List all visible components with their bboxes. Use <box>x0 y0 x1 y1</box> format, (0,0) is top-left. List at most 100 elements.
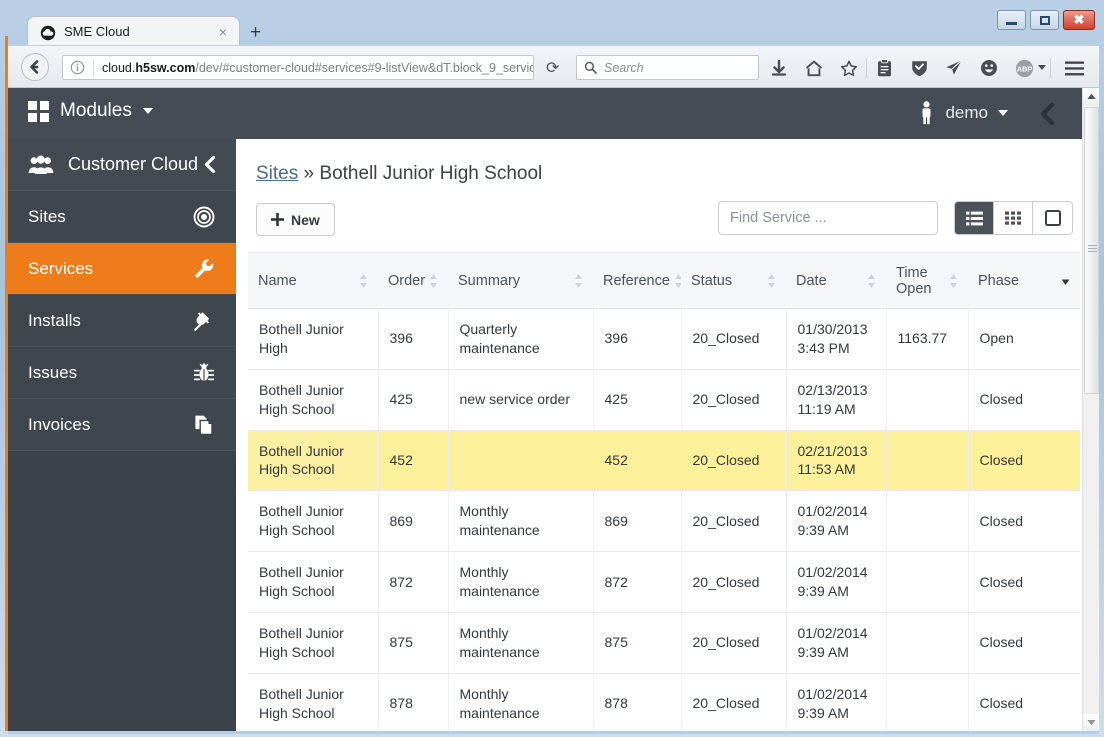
scroll-up-button[interactable] <box>1083 88 1099 105</box>
scroll-down-button[interactable] <box>1083 714 1099 731</box>
cell-time-open <box>886 612 969 674</box>
cell-date: 01/02/2014 9:39 AM <box>786 490 887 553</box>
reload-icon[interactable]: ⟳ <box>546 58 559 78</box>
cell-order: 425 <box>378 369 449 431</box>
user-label: demo <box>945 103 988 122</box>
chevron-down-icon[interactable] <box>1038 65 1046 70</box>
grid-view-button[interactable] <box>994 202 1033 234</box>
new-button[interactable]: New <box>256 203 335 236</box>
column-header-order[interactable]: Order <box>378 252 448 309</box>
sidebar-item-invoices[interactable]: Invoices <box>8 399 236 451</box>
modules-menu-button[interactable]: Modules <box>28 100 153 122</box>
hamburger-menu-icon[interactable] <box>1064 58 1084 78</box>
sort-icon <box>575 273 582 288</box>
close-icon[interactable]: × <box>219 23 227 41</box>
sidebar-item-services[interactable]: Services <box>8 243 236 295</box>
table-row[interactable]: Bothell Junior High School 425 new service… <box>248 369 1080 431</box>
shield-icon[interactable] <box>909 58 929 78</box>
cell-status: 20_Closed <box>681 551 787 613</box>
adblock-plus-icon[interactable]: ABP <box>1014 58 1034 78</box>
new-tab-button[interactable]: + <box>250 22 261 44</box>
close-window-button[interactable]: ✖ <box>1063 10 1095 30</box>
wrench-icon <box>192 257 216 281</box>
caret-up-icon <box>1087 93 1096 99</box>
scrollbar-thumb[interactable] <box>1084 107 1099 394</box>
cell-phase: Closed <box>968 369 1080 431</box>
column-header-reference[interactable]: Reference <box>593 252 682 309</box>
column-header-name[interactable]: Name <box>248 252 378 309</box>
cell-status: 20_Closed <box>681 369 787 431</box>
cell-phase: Open <box>968 308 1080 370</box>
column-label: Status <box>691 272 733 289</box>
smiley-icon[interactable] <box>979 58 999 78</box>
sidebar-item-installs[interactable]: Installs <box>8 295 236 347</box>
sidebar-item-label: Sites <box>28 206 66 226</box>
table-row[interactable]: Bothell Junior High School 878 Monthly mai… <box>248 673 1080 731</box>
cell-order: 452 <box>378 430 449 492</box>
vertical-scrollbar[interactable] <box>1082 88 1099 731</box>
browser-search-box[interactable]: Search <box>576 55 759 80</box>
url-bar[interactable]: cloud.h5sw.com/dev/#customer-cloud#servi… <box>62 55 534 80</box>
url-host: h5sw.com <box>135 60 196 75</box>
user-menu-button[interactable]: demo <box>918 101 1008 125</box>
column-label: Summary <box>458 272 521 289</box>
column-label: Phase <box>978 272 1020 289</box>
sidebar-section-customer-cloud[interactable]: Customer Cloud <box>8 139 236 191</box>
card-view-button[interactable] <box>1033 202 1072 234</box>
table-row[interactable]: Bothell Junior High School 875 Monthly mai… <box>248 612 1080 674</box>
toolbar-divider <box>866 58 867 78</box>
minimize-icon <box>1006 22 1017 25</box>
download-icon[interactable] <box>769 58 789 78</box>
column-header-date[interactable]: Date <box>786 252 886 309</box>
browser-tab[interactable]: SME Cloud × <box>27 16 240 48</box>
cell-reference: 878 <box>593 673 682 731</box>
find-service-input[interactable] <box>718 201 938 235</box>
square-icon <box>1044 210 1061 226</box>
table-row[interactable]: Bothell Junior High School 872 Monthly mai… <box>248 551 1080 613</box>
cell-summary: Monthly maintenance <box>448 673 594 731</box>
cell-summary: Quarterly maintenance <box>448 308 594 370</box>
sidebar: Customer Cloud Sites Services Installs I… <box>8 139 236 731</box>
info-icon[interactable] <box>70 60 85 75</box>
list-view-button[interactable] <box>955 202 994 234</box>
cell-reference: 869 <box>593 490 682 553</box>
url-path: /dev/#customer-cloud#services#9-listView… <box>195 60 533 75</box>
breadcrumb-link-sites[interactable]: Sites <box>256 163 298 184</box>
table-row[interactable]: Bothell Junior High School 869 Monthly mai… <box>248 490 1080 553</box>
cell-time-open: 1163.77 <box>886 308 969 370</box>
cell-time-open <box>886 369 969 431</box>
minimize-button[interactable] <box>997 10 1026 30</box>
services-table-container: Name Order Summary Reference Status Date… <box>248 252 1080 731</box>
column-header-time-open[interactable]: Time Open <box>886 252 968 309</box>
column-header-summary[interactable]: Summary <box>448 252 593 309</box>
column-label: Reference <box>603 272 670 289</box>
back-button[interactable] <box>21 53 49 81</box>
cell-date: 01/30/2013 3:43 PM <box>786 308 887 370</box>
table-row[interactable]: Bothell Junior High 396 Quarterly maintena… <box>248 308 1080 370</box>
cell-time-open <box>886 673 969 731</box>
column-header-status[interactable]: Status <box>681 252 786 309</box>
target-icon <box>192 205 216 229</box>
column-header-phase[interactable]: Phase <box>968 252 1080 309</box>
sidebar-item-sites[interactable]: Sites <box>8 191 236 243</box>
cell-order: 396 <box>378 308 449 370</box>
home-icon[interactable] <box>804 58 824 78</box>
sidebar-item-issues[interactable]: Issues <box>8 347 236 399</box>
url-prefix: cloud. <box>102 60 136 75</box>
svg-text:ABP: ABP <box>1016 64 1032 73</box>
sort-icon <box>430 273 438 288</box>
table-header-row: Name Order Summary Reference Status Date… <box>248 252 1080 309</box>
caret-down-icon <box>1087 720 1096 726</box>
send-icon[interactable] <box>944 58 964 78</box>
close-x-icon: ✖ <box>1073 12 1085 27</box>
cell-order: 875 <box>378 612 449 674</box>
cell-summary: Monthly maintenance <box>448 551 594 613</box>
bookmark-star-icon[interactable] <box>839 58 859 78</box>
chevron-down-icon <box>998 110 1008 116</box>
maximize-button[interactable] <box>1030 10 1059 30</box>
services-table: Name Order Summary Reference Status Date… <box>248 252 1080 731</box>
library-icon[interactable] <box>874 58 894 78</box>
table-row[interactable]: Bothell Junior High School 452 452 20_Close… <box>248 430 1080 492</box>
cell-status: 20_Closed <box>681 673 787 731</box>
collapse-panel-button[interactable] <box>1038 102 1058 131</box>
